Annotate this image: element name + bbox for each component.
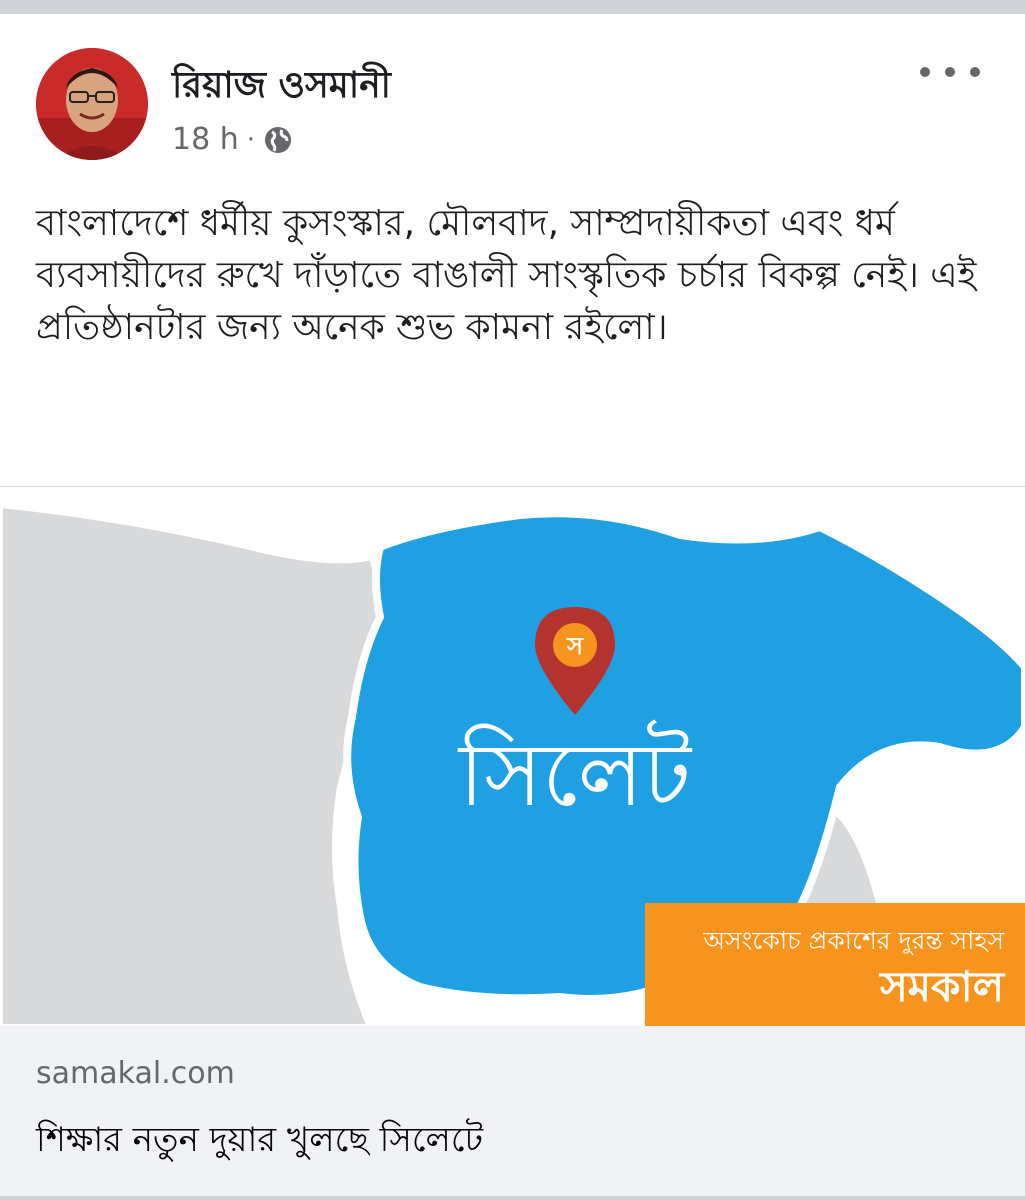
post-text: বাংলাদেশে ধর্মীয় কুসংস্কার, মৌলবাদ, সাম… (36, 203, 977, 348)
link-title[interactable]: শিক্ষার নতুন দুয়ার খুলছে সিলেটে (36, 1114, 483, 1171)
pin-letter: স (566, 632, 584, 660)
post-header: রিয়াজ ওসমানী 18 h · (0, 14, 1025, 174)
bottom-divider (0, 1196, 1025, 1200)
top-divider-strip (0, 0, 1025, 14)
meta-separator: · (246, 124, 255, 155)
author-avatar[interactable] (36, 48, 148, 160)
link-domain: samakal.com (36, 1056, 235, 1091)
banner-brand-logo: সমকাল (878, 962, 1006, 1011)
more-horizontal-icon (920, 67, 930, 77)
post-meta: 18 h · (172, 122, 293, 157)
map-label: সিলেট (457, 719, 693, 826)
link-preview-image: স সিলেট অসংকোচ প্রকাশের দুরন্ত সাহস সমকা… (0, 486, 1025, 1027)
gray-region-west (0, 501, 394, 1027)
post-timestamp[interactable]: 18 h (172, 122, 239, 157)
sylhet-map-illustration: স সিলেট অসংকোচ প্রকাশের দুরন্ত সাহস সমকা… (0, 487, 1025, 1027)
samakal-banner: অসংকোচ প্রকাশের দুরন্ত সাহস সমকাল (645, 903, 1025, 1027)
link-preview-card[interactable]: স সিলেট অসংকোচ প্রকাশের দুরন্ত সাহস সমকা… (0, 486, 1025, 1196)
link-preview-meta: samakal.com শিক্ষার নতুন দুয়ার খুলছে সি… (0, 1026, 1025, 1196)
author-name[interactable]: রিয়াজ ওসমানী (172, 58, 391, 118)
more-options-button[interactable] (920, 54, 980, 90)
globe-icon[interactable] (263, 125, 293, 155)
banner-tagline: অসংকোচ প্রকাশের দুরন্ত সাহস (702, 926, 1004, 956)
